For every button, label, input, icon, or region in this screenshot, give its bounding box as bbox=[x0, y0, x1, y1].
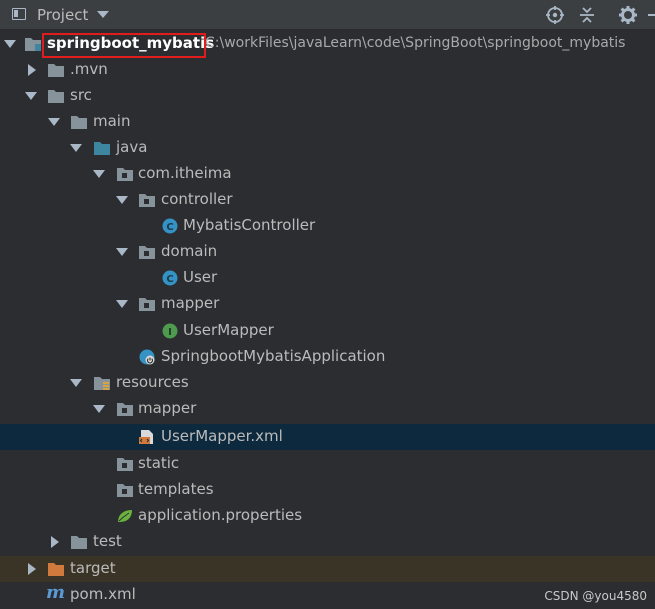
package-icon bbox=[139, 246, 155, 259]
view-selector-chevron-down-icon[interactable] bbox=[97, 11, 109, 18]
resources-folder-icon bbox=[94, 377, 110, 390]
excluded-folder-icon bbox=[48, 563, 64, 576]
module-path: C:\workFiles\javaLearn\code\SpringBoot\s… bbox=[205, 35, 626, 51]
expand-arrow-icon[interactable] bbox=[4, 40, 16, 48]
package-icon bbox=[117, 403, 133, 416]
spring-properties-leaf-icon bbox=[118, 510, 132, 522]
tree-row-java[interactable]: java bbox=[0, 135, 655, 161]
tree-row-test[interactable]: test bbox=[0, 529, 655, 555]
xml-file-icon bbox=[139, 430, 153, 444]
folder-icon bbox=[48, 64, 64, 77]
tree-item-label: com.itheima bbox=[138, 164, 232, 182]
annotation-highlight-box bbox=[42, 33, 206, 58]
tree-row-mybatis-controller[interactable]: C MybatisController bbox=[0, 213, 655, 239]
minimize-icon[interactable] bbox=[644, 5, 655, 25]
tree-item-label: test bbox=[93, 532, 122, 550]
tree-item-label: target bbox=[70, 559, 116, 577]
package-icon bbox=[117, 458, 133, 471]
tree-row-main[interactable]: main bbox=[0, 109, 655, 135]
tree-item-label: SpringbootMybatisApplication bbox=[161, 347, 386, 365]
tree-item-label: resources bbox=[116, 373, 189, 391]
class-letter: C bbox=[166, 274, 173, 285]
maven-file-icon: m bbox=[46, 582, 66, 603]
tree-item-label: static bbox=[138, 454, 180, 472]
tree-row-application-properties[interactable]: application.properties bbox=[0, 503, 655, 529]
tree-item-label: .mvn bbox=[70, 60, 108, 78]
class-letter: C bbox=[166, 222, 173, 233]
tree-row-static[interactable]: static bbox=[0, 451, 655, 477]
tree-row-src[interactable]: src bbox=[0, 83, 655, 109]
tree-item-label: application.properties bbox=[138, 506, 303, 524]
tree-item-label: User bbox=[183, 268, 218, 286]
expand-arrow-icon[interactable] bbox=[116, 248, 128, 256]
expand-arrow-icon[interactable] bbox=[25, 92, 37, 100]
expand-arrow-icon[interactable] bbox=[93, 170, 105, 178]
package-icon bbox=[117, 484, 133, 497]
project-window-icon bbox=[12, 8, 26, 20]
tree-item-label: src bbox=[70, 86, 92, 104]
tree-item-label: mapper bbox=[161, 294, 220, 312]
collapse-arrow-icon[interactable] bbox=[28, 64, 36, 76]
folder-icon bbox=[71, 536, 87, 549]
expand-arrow-icon[interactable] bbox=[70, 144, 82, 152]
tree-item-label: domain bbox=[161, 242, 218, 260]
tree-item-label: controller bbox=[161, 190, 233, 208]
project-header: Project bbox=[0, 0, 655, 30]
interface-letter: I bbox=[168, 327, 172, 338]
tree-row-package[interactable]: com.itheima bbox=[0, 161, 655, 187]
tree-item-label: UserMapper.xml bbox=[161, 427, 283, 445]
tree-row-user[interactable]: C User bbox=[0, 265, 655, 291]
tree-item-label: UserMapper bbox=[183, 321, 274, 339]
tree-row-templates[interactable]: templates bbox=[0, 477, 655, 503]
tree-row-user-mapper-xml[interactable]: UserMapper.xml bbox=[0, 424, 655, 450]
source-folder-icon bbox=[94, 142, 110, 155]
tree-row-target[interactable]: target bbox=[0, 556, 655, 582]
project-tool-window: Project springboot_mybatis C:\workFiles\… bbox=[0, 0, 655, 609]
locate-target-icon[interactable] bbox=[545, 5, 565, 25]
tree-row-application-class[interactable]: SpringbootMybatisApplication bbox=[0, 344, 655, 370]
collapse-arrow-icon[interactable] bbox=[28, 563, 36, 575]
java-class-icon: C bbox=[162, 218, 178, 234]
tree-row-controller[interactable]: controller bbox=[0, 187, 655, 213]
collapse-all-icon[interactable] bbox=[577, 5, 597, 25]
tree-row-resources[interactable]: resources bbox=[0, 370, 655, 396]
tree-item-label: pom.xml bbox=[70, 585, 136, 603]
gear-icon[interactable] bbox=[618, 5, 638, 25]
tree-row-mapper-package[interactable]: mapper bbox=[0, 291, 655, 317]
package-icon bbox=[117, 168, 133, 181]
package-icon bbox=[139, 298, 155, 311]
folder-icon bbox=[48, 90, 64, 103]
expand-arrow-icon[interactable] bbox=[116, 196, 128, 204]
folder-icon bbox=[71, 116, 87, 129]
tree-row-user-mapper[interactable]: I UserMapper bbox=[0, 318, 655, 344]
tree-item-label: mapper bbox=[138, 399, 197, 417]
java-interface-icon: I bbox=[162, 323, 178, 339]
module-folder-icon bbox=[25, 38, 41, 51]
watermark: CSDN @you4580 bbox=[544, 589, 647, 603]
spring-boot-application-icon bbox=[139, 349, 155, 365]
tree-row-domain[interactable]: domain bbox=[0, 239, 655, 265]
tree-item-label: main bbox=[93, 112, 131, 130]
tree-row-mapper-resources[interactable]: mapper bbox=[0, 396, 655, 422]
expand-arrow-icon[interactable] bbox=[48, 118, 60, 126]
expand-arrow-icon[interactable] bbox=[70, 379, 82, 387]
package-icon bbox=[139, 194, 155, 207]
expand-arrow-icon[interactable] bbox=[116, 300, 128, 308]
collapse-arrow-icon[interactable] bbox=[51, 536, 59, 548]
expand-arrow-icon[interactable] bbox=[93, 405, 105, 413]
tree-item-label: java bbox=[116, 138, 148, 156]
java-class-icon: C bbox=[162, 270, 178, 286]
tree-item-label: templates bbox=[138, 480, 214, 498]
project-view-title[interactable]: Project bbox=[37, 6, 88, 24]
tree-item-label: MybatisController bbox=[183, 216, 316, 234]
tree-row-mvn[interactable]: .mvn bbox=[0, 57, 655, 83]
